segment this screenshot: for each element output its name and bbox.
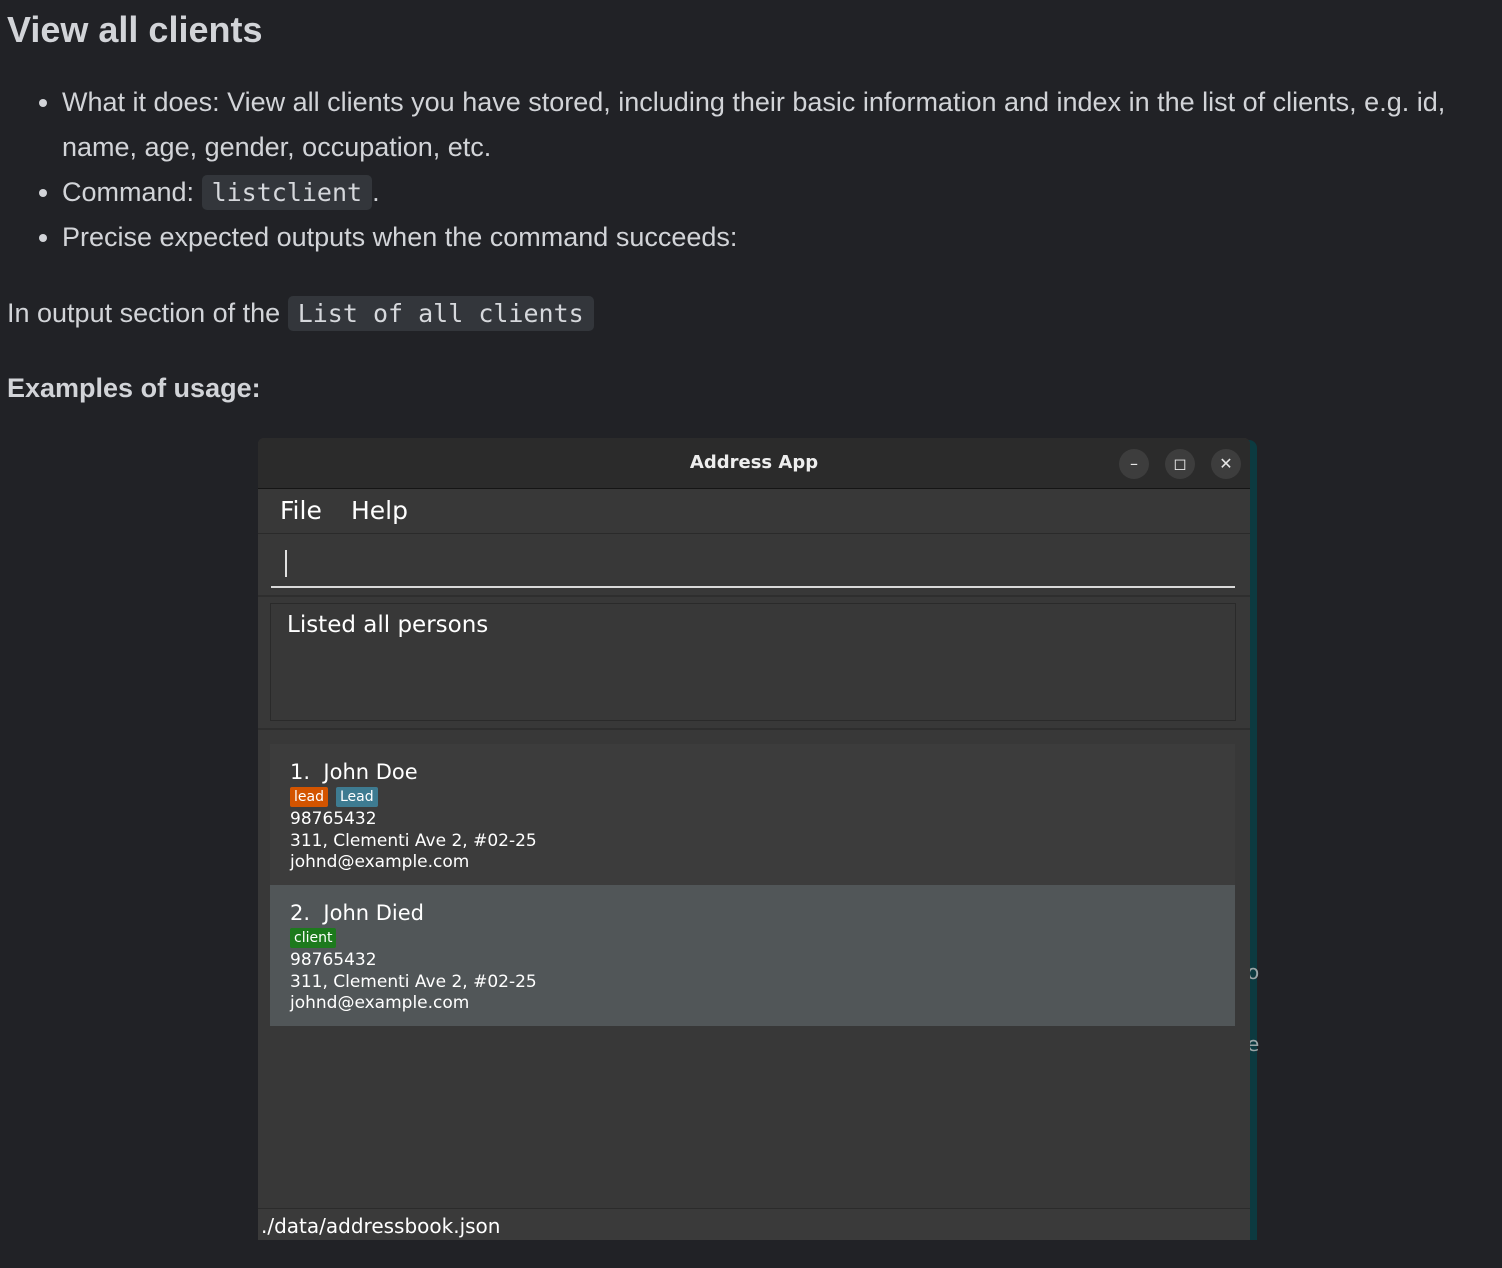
person-list[interactable]: 1. John Doe lead Lead 98765432 311, Cleme… xyxy=(270,744,1235,1204)
bullet-command: Command: listclient. xyxy=(62,170,1502,215)
person-email: johnd@example.com xyxy=(290,852,470,872)
command-box[interactable] xyxy=(271,538,1235,588)
person-index: 2. xyxy=(290,901,311,925)
command-input[interactable] xyxy=(291,546,1225,582)
window-titlebar[interactable]: Address App – ◻ ✕ xyxy=(258,438,1250,489)
person-name-line: 2. John Died xyxy=(290,901,424,925)
bullet-text: What it does: View all clients you have … xyxy=(62,87,1446,162)
maximize-icon: ◻ xyxy=(1173,454,1187,473)
paragraph-text: In output section of the xyxy=(7,298,288,328)
person-name: John Doe xyxy=(323,760,418,784)
divider xyxy=(258,728,1250,730)
output-section-code: List of all clients xyxy=(287,296,594,331)
address-app-window: Address App – ◻ ✕ File Help Listed all p… xyxy=(258,438,1250,1240)
documentation-page: View all clients What it does: View all … xyxy=(0,0,1502,1268)
person-address: 311, Clementi Ave 2, #02-25 xyxy=(290,831,537,851)
minimize-button[interactable]: – xyxy=(1119,449,1149,479)
feature-bullet-list: What it does: View all clients you have … xyxy=(0,80,1502,260)
person-index: 1. xyxy=(290,760,311,784)
examples-heading: Examples of usage: xyxy=(7,373,261,403)
person-name: John Died xyxy=(323,901,424,925)
tag-row: lead Lead xyxy=(290,787,386,808)
status-bar: ./data/addressbook.json xyxy=(258,1208,1250,1240)
bullet-suffix: . xyxy=(372,177,380,207)
menu-help[interactable]: Help xyxy=(351,489,408,533)
bullet-what-it-does: What it does: View all clients you have … xyxy=(62,80,1502,170)
result-message: Listed all persons xyxy=(287,612,489,638)
result-display[interactable]: Listed all persons xyxy=(270,603,1236,721)
person-phone: 98765432 xyxy=(290,809,377,829)
person-card[interactable]: 2. John Died client 98765432 311, Clemen… xyxy=(270,885,1235,1026)
bullet-prefix: Command: xyxy=(62,177,202,207)
person-phone: 98765432 xyxy=(290,950,377,970)
menu-file[interactable]: File xyxy=(280,489,322,533)
minimize-icon: – xyxy=(1130,454,1138,473)
window-title: Address App xyxy=(689,452,819,473)
divider xyxy=(258,595,1250,597)
menu-bar: File Help xyxy=(258,489,1250,534)
output-section-paragraph: In output section of the List of all cli… xyxy=(7,291,594,336)
data-file-path: ./data/addressbook.json xyxy=(261,1214,501,1238)
person-name-line: 1. John Doe xyxy=(290,760,418,784)
bullet-text: Precise expected outputs when the comman… xyxy=(62,222,738,252)
text-cursor xyxy=(285,550,287,577)
tag-row: client xyxy=(290,928,344,949)
tag-badge: Lead xyxy=(335,787,378,807)
command-code: listclient xyxy=(201,175,373,210)
bullet-expected-outputs: Precise expected outputs when the comman… xyxy=(62,215,1502,260)
section-heading: View all clients xyxy=(7,9,263,50)
person-card[interactable]: 1. John Doe lead Lead 98765432 311, Cleme… xyxy=(270,744,1235,885)
tag-badge: lead xyxy=(290,787,328,807)
close-button[interactable]: ✕ xyxy=(1211,449,1241,479)
close-icon: ✕ xyxy=(1219,454,1233,473)
person-email: johnd@example.com xyxy=(290,993,470,1013)
maximize-button[interactable]: ◻ xyxy=(1165,449,1195,479)
tag-badge: client xyxy=(290,928,337,948)
person-address: 311, Clementi Ave 2, #02-25 xyxy=(290,972,537,992)
